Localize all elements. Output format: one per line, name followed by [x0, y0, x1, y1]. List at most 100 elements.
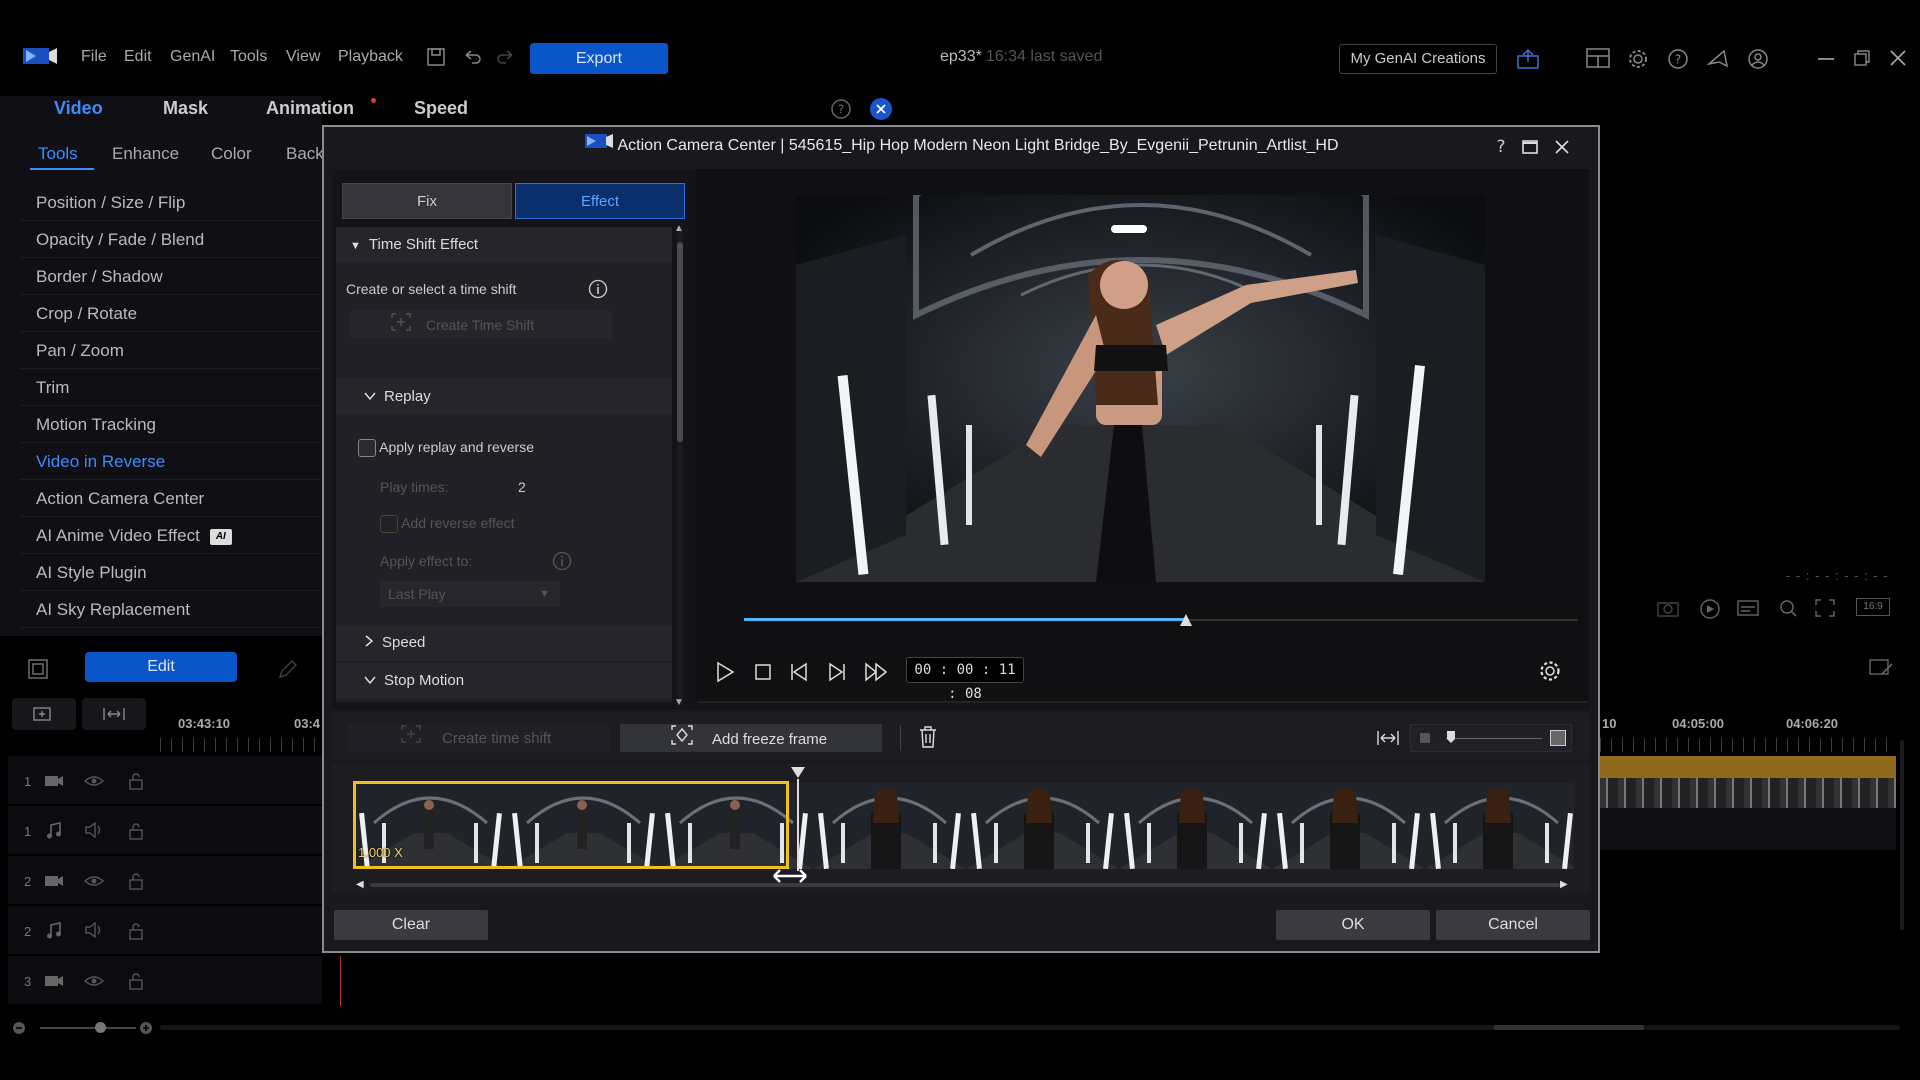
minimize-icon[interactable] — [1818, 58, 1834, 60]
apply-effect-to-dropdown[interactable]: Last Play ▼ — [380, 581, 560, 607]
fit-strip-icon[interactable] — [1376, 728, 1400, 753]
video-preview[interactable] — [796, 195, 1485, 582]
tab-animation[interactable]: Animation — [266, 98, 354, 119]
dialog-close-icon[interactable] — [1554, 139, 1570, 160]
tab-speed[interactable]: Speed — [414, 98, 468, 119]
dialog-maximize-icon[interactable] — [1522, 139, 1538, 160]
zoom-slider-track[interactable] — [40, 1027, 136, 1029]
save-icon[interactable] — [426, 47, 446, 72]
subtab-enhance[interactable]: Enhance — [112, 144, 179, 164]
tool-position-size-flip[interactable]: Position / Size / Flip — [20, 184, 320, 221]
play-icon[interactable] — [714, 661, 736, 688]
help-circle-icon[interactable]: ? — [830, 98, 852, 125]
add-freeze-frame-button[interactable]: Add freeze frame — [620, 724, 882, 752]
close-panel-icon[interactable] — [869, 97, 893, 126]
tool-ai-anime-video-effect[interactable]: AI Anime Video Effect AI — [20, 517, 320, 554]
aspect-ratio-badge[interactable]: 16:9 — [1856, 598, 1890, 616]
info-icon[interactable] — [588, 279, 608, 304]
play-times-value[interactable]: 2 — [518, 479, 526, 495]
section-speed[interactable]: Speed — [336, 625, 672, 661]
subtab-color[interactable]: Color — [211, 144, 252, 164]
tool-ai-sky-replacement[interactable]: AI Sky Replacement — [20, 591, 320, 628]
section-time-shift-effect[interactable]: ▼ Time Shift Effect — [336, 227, 672, 263]
timecode-display[interactable]: 00 : 00 : 11 : 08 — [906, 657, 1024, 702]
menu-view[interactable]: View — [286, 48, 320, 66]
fast-forward-icon[interactable] — [864, 661, 890, 688]
apply-replay-row[interactable]: Apply replay and reverse — [358, 439, 534, 458]
section-stop-motion[interactable]: Stop Motion — [336, 663, 672, 699]
export-button[interactable]: Export — [530, 43, 668, 74]
add-reverse-row[interactable]: Add reverse effect — [380, 515, 515, 534]
subtab-background[interactable]: Back — [286, 144, 324, 164]
time-shift-selection[interactable] — [353, 781, 789, 869]
vertical-scrollbar[interactable] — [1900, 740, 1904, 930]
layout-icon[interactable] — [1586, 48, 1610, 73]
dialog-help-icon[interactable]: ? — [1492, 136, 1510, 161]
create-time-shift-button[interactable]: Create time shift — [348, 724, 610, 752]
apply-replay-checkbox[interactable] — [358, 439, 376, 458]
zoom-in-icon[interactable] — [139, 1021, 153, 1040]
tab-effect[interactable]: Effect — [515, 183, 685, 219]
tool-video-in-reverse[interactable]: Video in Reverse — [20, 443, 320, 480]
scroll-down-icon[interactable]: ▼ — [674, 697, 684, 708]
ok-button[interactable]: OK — [1276, 910, 1430, 940]
menu-playback[interactable]: Playback — [338, 48, 403, 66]
add-track-button[interactable] — [12, 698, 76, 730]
snapshot-icon[interactable] — [1656, 598, 1680, 623]
upload-icon[interactable] — [1516, 48, 1540, 75]
strip-zoom-track[interactable] — [1446, 738, 1542, 739]
zoom-preview-icon[interactable] — [1776, 598, 1800, 623]
notifications-icon[interactable] — [1706, 48, 1730, 75]
lock-icon[interactable] — [128, 972, 144, 995]
tool-ai-style-plugin[interactable]: AI Style Plugin — [20, 554, 320, 591]
previous-frame-icon[interactable] — [788, 661, 810, 688]
lock-icon[interactable] — [128, 922, 144, 945]
redo-icon[interactable] — [496, 47, 516, 72]
zoom-slider-thumb[interactable] — [95, 1022, 106, 1033]
close-app-icon[interactable] — [1890, 50, 1906, 71]
tool-opacity-fade-blend[interactable]: Opacity / Fade / Blend — [20, 221, 320, 258]
menu-file[interactable]: File — [81, 48, 107, 66]
tool-border-shadow[interactable]: Border / Shadow — [20, 258, 320, 295]
fullscreen-icon[interactable] — [1814, 598, 1836, 623]
lock-icon[interactable] — [128, 772, 144, 795]
eye-icon[interactable] — [83, 774, 105, 793]
storyboard-icon[interactable] — [27, 658, 49, 685]
add-reverse-checkbox[interactable] — [380, 515, 398, 534]
account-icon[interactable] — [1747, 48, 1769, 75]
tab-mask[interactable]: Mask — [163, 98, 208, 119]
lock-icon[interactable] — [128, 872, 144, 895]
settings-icon[interactable] — [1627, 48, 1649, 75]
play-options-icon[interactable] — [1698, 598, 1722, 625]
tab-video[interactable]: Video — [54, 98, 103, 119]
section-replay[interactable]: Replay — [336, 379, 672, 415]
strip-scrollbar[interactable] — [370, 883, 1560, 887]
tool-action-camera-center[interactable]: Action Camera Center — [20, 480, 320, 517]
speaker-icon[interactable] — [84, 921, 104, 943]
subtab-tools[interactable]: Tools — [38, 144, 78, 164]
edit-subtitle-icon[interactable] — [1868, 656, 1894, 685]
create-time-shift-button-disabled[interactable]: Create Time Shift — [350, 311, 612, 339]
clip-title-bar[interactable] — [1600, 756, 1896, 778]
zoom-out-icon[interactable] — [12, 1021, 26, 1040]
tab-fix[interactable]: Fix — [342, 183, 512, 219]
tool-crop-rotate[interactable]: Crop / Rotate — [20, 295, 320, 332]
eye-icon[interactable] — [83, 874, 105, 893]
menu-tools[interactable]: Tools — [230, 48, 267, 66]
zoom-small-icon[interactable] — [1420, 733, 1430, 743]
horizontal-scrollbar-thumb[interactable] — [1494, 1025, 1644, 1030]
strip-scroll-left-icon[interactable]: ◀ — [356, 879, 364, 890]
subtitle-icon[interactable] — [1736, 598, 1760, 623]
strip-zoom-thumb[interactable] — [1446, 730, 1456, 749]
stop-icon[interactable] — [754, 663, 772, 686]
clip-thumbnails[interactable] — [1600, 778, 1896, 808]
lock-icon[interactable] — [128, 822, 144, 845]
speaker-icon[interactable] — [84, 821, 104, 843]
progress-thumb[interactable] — [1179, 613, 1193, 632]
clear-button[interactable]: Clear — [334, 910, 488, 940]
restore-icon[interactable] — [1854, 50, 1870, 71]
tool-pan-zoom[interactable]: Pan / Zoom — [20, 332, 320, 369]
pen-icon[interactable] — [277, 658, 299, 685]
preview-settings-icon[interactable] — [1538, 659, 1562, 688]
fit-timeline-button[interactable] — [82, 698, 146, 730]
